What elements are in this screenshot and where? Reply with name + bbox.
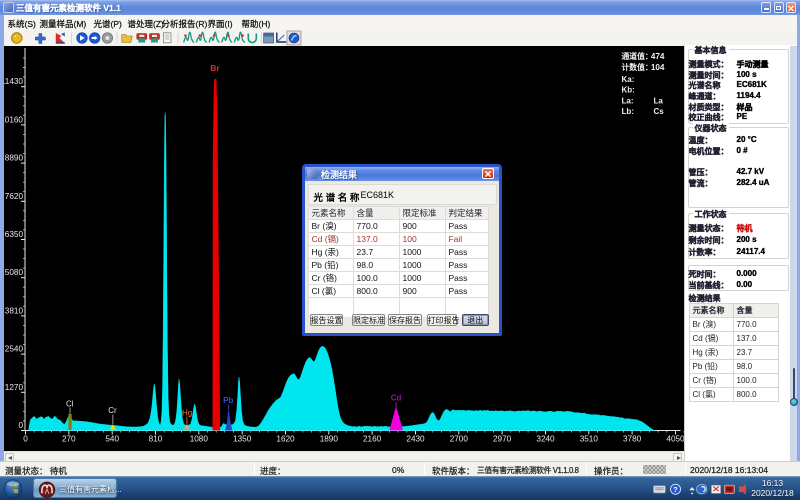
svg-text:3810: 3810 [4,306,23,315]
svg-text:1270: 1270 [4,383,23,392]
svg-text:8890: 8890 [4,154,23,163]
svg-text:1620: 1620 [276,435,295,444]
svg-text:1350: 1350 [233,435,252,444]
svg-text:3510: 3510 [579,435,598,444]
svg-text:Cl: Cl [66,400,74,409]
svg-text:474: 474 [650,52,664,61]
svg-text:Br: Br [210,63,220,73]
svg-text:Cr: Cr [108,406,117,415]
svg-text:2160: 2160 [362,435,381,444]
svg-text:La:: La: [621,97,633,106]
svg-text:Cd: Cd [390,394,401,403]
svg-text:7620: 7620 [4,192,23,201]
svg-text:1080: 1080 [189,435,208,444]
svg-text:Cs: Cs [653,107,664,116]
svg-text:2540: 2540 [4,345,23,354]
svg-text:La: La [653,97,663,106]
svg-text:计数值：: 计数值： [621,62,652,72]
svg-text:270: 270 [61,435,75,444]
svg-text:6350: 6350 [4,230,23,239]
svg-text:2430: 2430 [406,435,425,444]
svg-text:11430: 11430 [4,77,23,86]
svg-text:3240: 3240 [536,435,555,444]
svg-text:3780: 3780 [622,435,641,444]
svg-text:4050: 4050 [666,435,684,444]
svg-text:Hg: Hg [181,409,191,418]
svg-text:?: ? [673,485,678,494]
svg-text:10160: 10160 [4,115,23,124]
svg-text:Kb:: Kb: [621,86,634,95]
svg-text:Lb:: Lb: [621,107,633,116]
svg-text:810: 810 [148,435,162,444]
svg-text:5080: 5080 [4,268,23,277]
svg-text:0: 0 [18,421,23,430]
svg-text:104: 104 [650,63,664,72]
svg-text:1890: 1890 [319,435,338,444]
svg-text:Pb: Pb [223,396,233,405]
svg-text:2700: 2700 [449,435,468,444]
svg-text:通道值：: 通道值： [621,51,652,61]
svg-text:540: 540 [105,435,119,444]
svg-text:0: 0 [23,435,28,444]
svg-text:Ka:: Ka: [621,75,634,84]
svg-text:2970: 2970 [492,435,511,444]
